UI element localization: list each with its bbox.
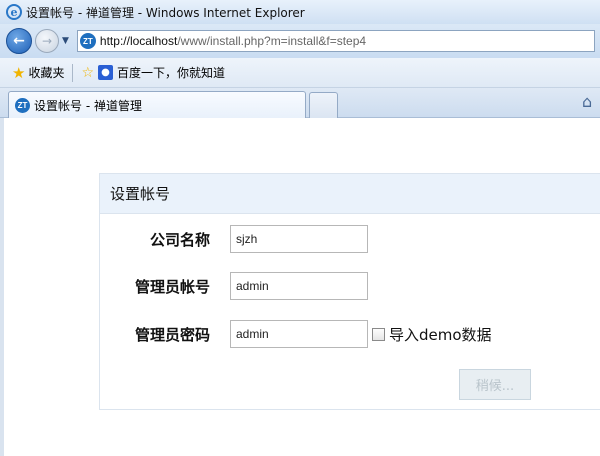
tab-label: 设置帐号 - 禅道管理 bbox=[34, 98, 142, 113]
window-title: 设置帐号 - 禅道管理 - Windows Internet Explorer bbox=[26, 5, 305, 20]
favorite-link-baidu[interactable]: 百度一下，你就知道 bbox=[117, 64, 225, 81]
site-favicon-icon: ZT bbox=[79, 33, 96, 49]
panel-title: 设置帐号 bbox=[110, 185, 171, 203]
ie-logo-icon: e bbox=[6, 4, 22, 20]
forward-arrow-icon: → bbox=[41, 34, 53, 48]
password-input[interactable] bbox=[230, 320, 368, 348]
address-bar[interactable]: ZT http://localhost/www/install.php?m=in… bbox=[76, 30, 595, 52]
forward-button[interactable]: → bbox=[35, 29, 59, 53]
new-tab-button[interactable] bbox=[309, 92, 338, 118]
panel-header: 设置帐号 bbox=[100, 174, 600, 214]
tab-current[interactable]: ZT 设置帐号 - 禅道管理 bbox=[8, 91, 306, 118]
account-label: 管理员帐号 bbox=[134, 277, 210, 296]
demo-data-checkbox[interactable] bbox=[372, 327, 385, 341]
add-favorite-icon[interactable]: ☆ bbox=[81, 65, 94, 81]
window-titlebar: e 设置帐号 - 禅道管理 - Windows Internet Explore… bbox=[0, 0, 600, 24]
password-row: 管理员密码 导入demo数据 bbox=[100, 319, 600, 349]
install-panel: 设置帐号 公司名称 管理员帐号 管理员密码 导入demo数据 稍候... bbox=[99, 173, 600, 410]
company-input[interactable] bbox=[230, 225, 368, 253]
url-host: http://localhost bbox=[99, 34, 178, 48]
submit-button[interactable]: 稍候... bbox=[459, 369, 531, 400]
baidu-paw-icon: ● bbox=[98, 65, 114, 80]
demo-data-label: 导入demo数据 bbox=[389, 325, 492, 344]
tab-bar: ZT 设置帐号 - 禅道管理 ⌂ bbox=[0, 88, 600, 118]
home-icon[interactable]: ⌂ bbox=[582, 92, 592, 111]
company-row: 公司名称 bbox=[100, 224, 600, 254]
company-label: 公司名称 bbox=[149, 230, 210, 249]
favorites-separator bbox=[72, 63, 74, 82]
recent-pages-dropdown-icon[interactable]: ▼ bbox=[62, 36, 69, 46]
favorites-bar: ★ 收藏夹 ☆ ● 百度一下，你就知道 bbox=[0, 58, 600, 88]
navigation-bar: ← → ▼ ZT http://localhost/www/install.ph… bbox=[0, 24, 600, 58]
tab-favicon-icon: ZT bbox=[15, 97, 30, 113]
back-button[interactable]: ← bbox=[6, 28, 32, 54]
star-icon: ★ bbox=[12, 63, 26, 82]
favorites-button[interactable]: 收藏夹 bbox=[28, 64, 64, 81]
account-row: 管理员帐号 bbox=[100, 271, 600, 301]
back-arrow-icon: ← bbox=[13, 33, 25, 49]
account-input[interactable] bbox=[230, 272, 368, 300]
url-path: /www/install.php?m=install&f=step4 bbox=[177, 34, 367, 48]
password-label: 管理员密码 bbox=[134, 325, 210, 344]
